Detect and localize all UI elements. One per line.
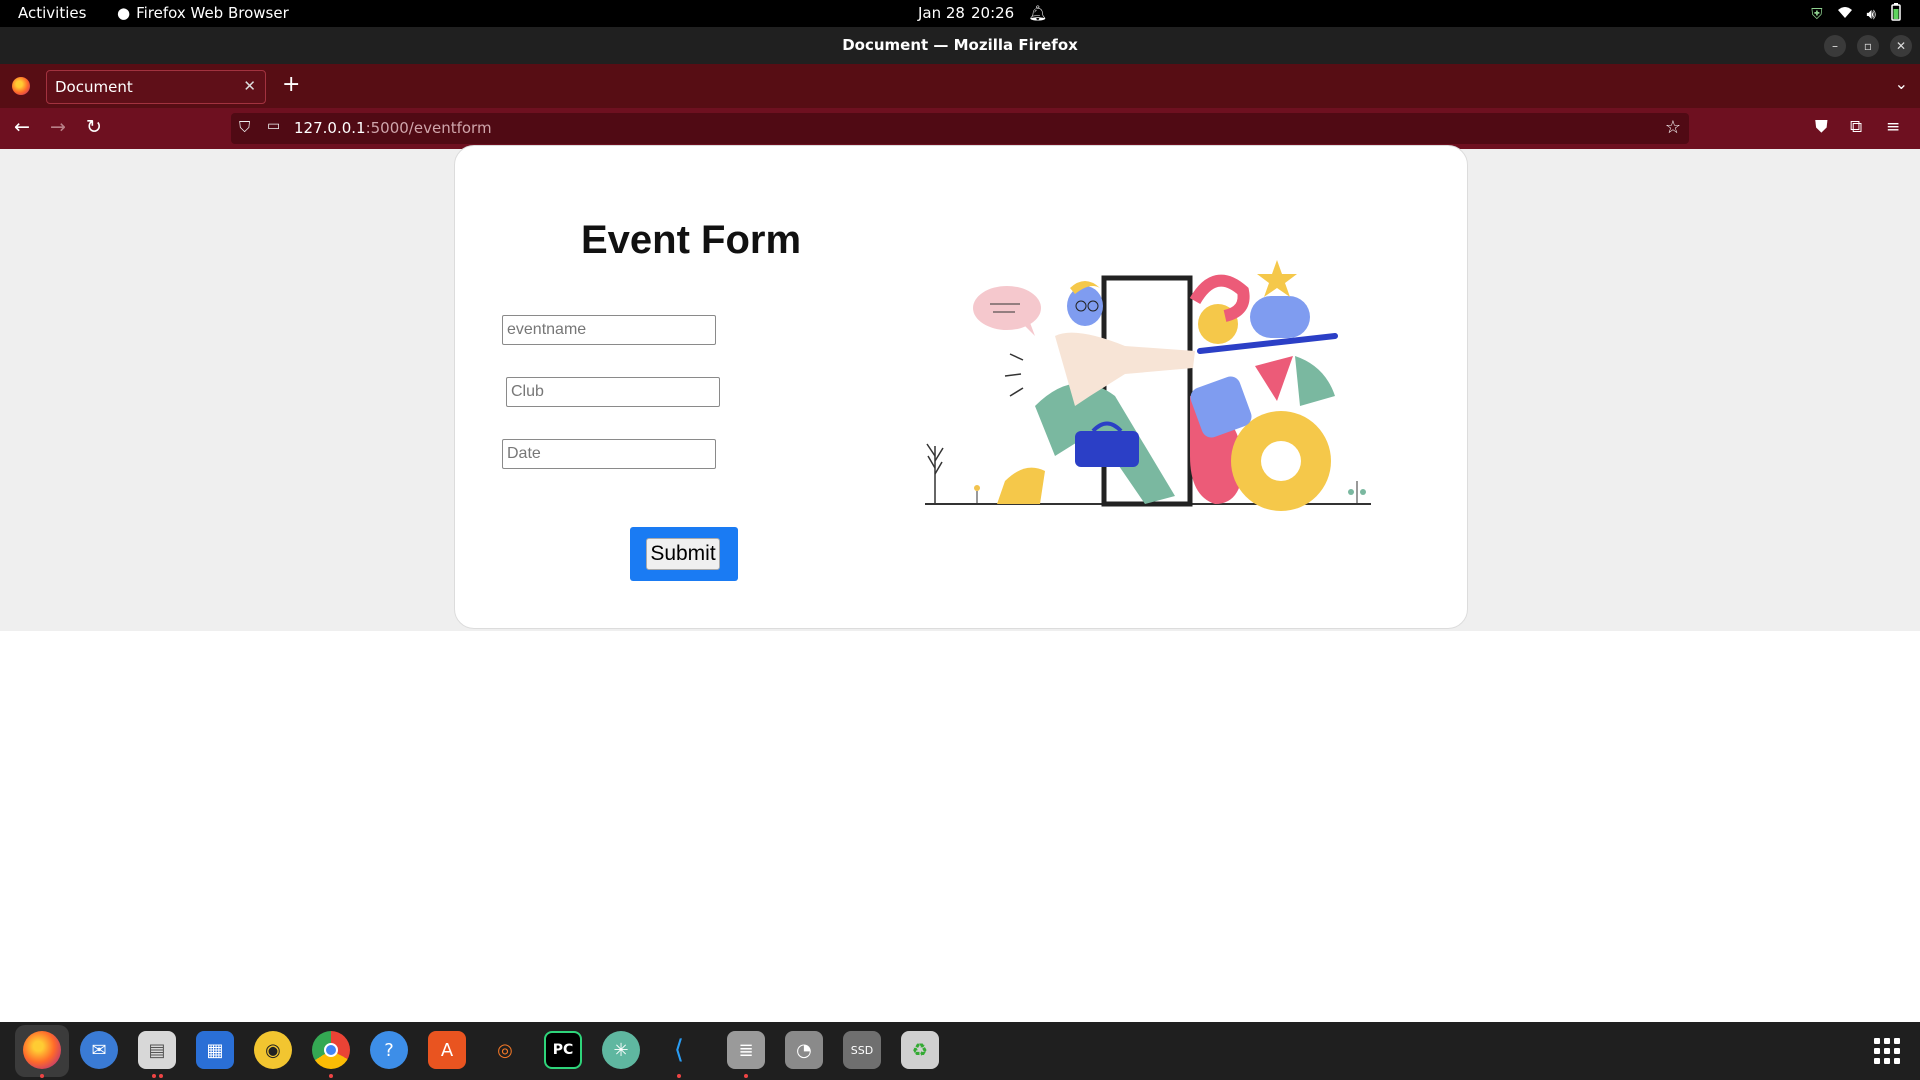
- running-indicator: [677, 1074, 681, 1078]
- battery-icon: [1890, 3, 1902, 25]
- close-icon: ✕: [1895, 39, 1907, 53]
- firefox-view-icon[interactable]: [12, 77, 30, 95]
- extensions-icon[interactable]: ⧉: [1850, 117, 1862, 137]
- jupyter-icon[interactable]: ◎: [486, 1031, 524, 1069]
- clock-date: Jan 28: [918, 4, 965, 22]
- restore-icon: ▫: [1863, 39, 1873, 53]
- app-center-icon[interactable]: A: [428, 1031, 466, 1069]
- system-tray[interactable]: ⛨ 🔊︎: [1811, 3, 1902, 25]
- rhythmbox-icon[interactable]: ◉: [254, 1031, 292, 1069]
- running-indicator: [744, 1074, 748, 1078]
- submit-button[interactable]: Submit: [646, 538, 720, 570]
- navigation-bar: ← → ↻ ⛉ ▭ 127.0.0.1:5000/eventform ☆ ⛊ ⧉…: [0, 108, 1920, 149]
- new-tab-icon[interactable]: +: [282, 72, 300, 97]
- bookmark-star-icon[interactable]: ☆: [1665, 117, 1681, 138]
- thunderbird-icon[interactable]: ✉: [80, 1031, 118, 1069]
- firefox-small-icon: ●: [117, 4, 131, 22]
- url-text[interactable]: 127.0.0.1:5000/eventform: [294, 119, 492, 137]
- reload-icon[interactable]: ↻: [86, 116, 102, 138]
- vscode-icon[interactable]: ⟨: [660, 1031, 698, 1069]
- illustration-person-door-shapes: [925, 260, 1371, 511]
- chrome-icon[interactable]: [312, 1031, 350, 1069]
- page-viewport: Event Form Submit: [0, 145, 1920, 1022]
- forward-arrow-icon[interactable]: →: [50, 116, 66, 138]
- close-window-button[interactable]: ✕: [1890, 35, 1912, 57]
- bell-icon: 🔔︎: [1028, 4, 1048, 22]
- list-all-tabs-icon[interactable]: ⌄: [1895, 74, 1908, 93]
- page-info-icon[interactable]: ▭: [267, 118, 280, 134]
- minimize-icon: –: [1832, 39, 1838, 53]
- app-menu-label: Firefox Web Browser: [136, 4, 289, 22]
- submit-wrapper: Submit: [630, 527, 738, 581]
- pocket-icon[interactable]: ⛊: [1815, 117, 1828, 137]
- back-arrow-icon[interactable]: ←: [14, 116, 30, 138]
- writer-icon[interactable]: ▦: [196, 1031, 234, 1069]
- gnome-top-bar: Activities ● Firefox Web Browser Jan 28 …: [0, 0, 1920, 27]
- url-path: :5000/eventform: [365, 119, 492, 137]
- minimize-button[interactable]: –: [1824, 35, 1846, 57]
- shield-status-icon: ⛨: [1811, 5, 1823, 23]
- tab-strip: Document ✕ + ⌄: [0, 64, 1920, 108]
- window-title: Document — Mozilla Firefox: [842, 36, 1078, 54]
- files-icon[interactable]: ▤: [138, 1031, 176, 1069]
- show-apps-icon[interactable]: [1874, 1038, 1900, 1064]
- running-indicator: [40, 1074, 44, 1078]
- tab-document[interactable]: Document ✕: [46, 70, 266, 104]
- club-input[interactable]: [506, 377, 720, 407]
- date-input[interactable]: [502, 439, 716, 469]
- volume-icon: 🔊︎: [1866, 5, 1876, 23]
- app-menu[interactable]: ● Firefox Web Browser: [117, 4, 289, 22]
- activities-button[interactable]: Activities: [18, 4, 86, 22]
- event-form-card: Event Form Submit: [454, 145, 1468, 629]
- firefox-icon[interactable]: [23, 1031, 61, 1069]
- database-icon[interactable]: ≣: [727, 1031, 765, 1069]
- tab-close-icon[interactable]: ✕: [243, 77, 256, 95]
- ssd-icon[interactable]: SSD: [843, 1031, 881, 1069]
- menu-hamburger-icon[interactable]: ≡: [1886, 117, 1900, 137]
- disk-icon[interactable]: ◔: [785, 1031, 823, 1069]
- trash-icon[interactable]: ♻: [901, 1031, 939, 1069]
- eventname-input[interactable]: [502, 315, 716, 345]
- chatgpt-icon[interactable]: ✳: [602, 1031, 640, 1069]
- help-icon[interactable]: ?: [370, 1031, 408, 1069]
- maximize-button[interactable]: ▫: [1857, 35, 1879, 57]
- url-bar[interactable]: ⛉ ▭ 127.0.0.1:5000/eventform ☆: [231, 113, 1689, 144]
- dock: ✉ ▤ ▦ ◉ ? A ◎ PC ✳ ⟨ ≣ ◔ SSD ♻: [0, 1022, 1920, 1080]
- running-indicator: [159, 1074, 163, 1078]
- pycharm-icon[interactable]: PC: [544, 1031, 582, 1069]
- form-title: Event Form: [581, 218, 802, 262]
- url-host: 127.0.0.1: [294, 119, 366, 137]
- running-indicator: [329, 1074, 333, 1078]
- wifi-icon: [1837, 5, 1853, 23]
- clock[interactable]: Jan 28 20:26 🔔︎: [918, 4, 1047, 22]
- tracking-shield-icon[interactable]: ⛉: [239, 118, 250, 136]
- clock-time: 20:26: [970, 4, 1015, 22]
- window-title-bar: Document — Mozilla Firefox – ▫ ✕: [0, 27, 1920, 64]
- running-indicator: [152, 1074, 156, 1078]
- tab-label: Document: [55, 78, 133, 96]
